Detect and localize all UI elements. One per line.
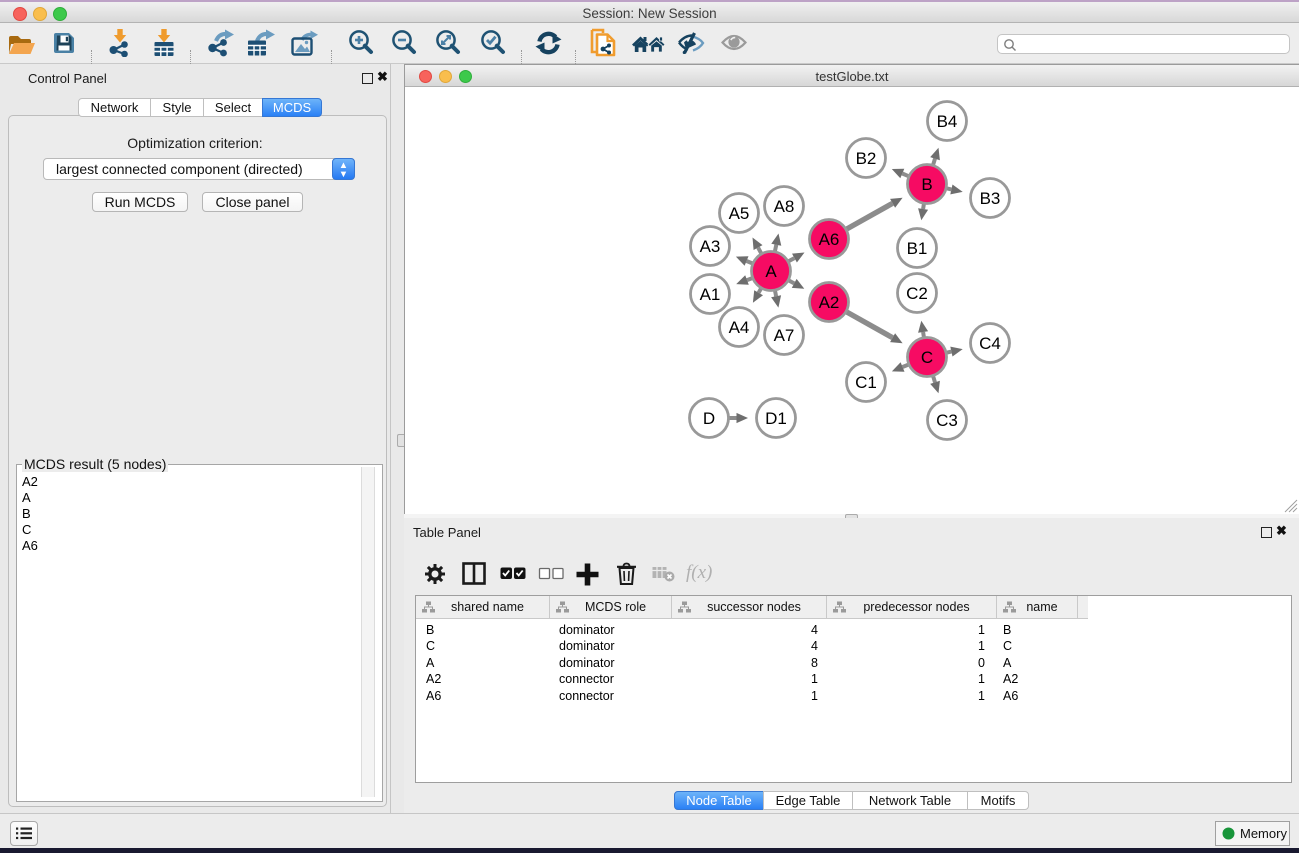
svg-text:A: A	[765, 262, 777, 281]
svg-text:A8: A8	[774, 197, 795, 216]
svg-text:D1: D1	[765, 409, 787, 428]
svg-text:A1: A1	[700, 285, 721, 304]
svg-text:C: C	[921, 348, 933, 367]
svg-text:B3: B3	[980, 189, 1001, 208]
svg-text:C4: C4	[979, 334, 1001, 353]
svg-text:B2: B2	[856, 149, 877, 168]
svg-text:A5: A5	[729, 204, 750, 223]
svg-text:A2: A2	[819, 293, 840, 312]
svg-text:C3: C3	[936, 411, 958, 430]
svg-text:B1: B1	[907, 239, 928, 258]
svg-text:A7: A7	[774, 326, 795, 345]
svg-text:C1: C1	[855, 373, 877, 392]
svg-text:B: B	[921, 175, 932, 194]
svg-text:D: D	[703, 409, 715, 428]
svg-text:A4: A4	[729, 318, 750, 337]
svg-text:B4: B4	[937, 112, 958, 131]
svg-text:C2: C2	[906, 284, 928, 303]
svg-text:A6: A6	[819, 230, 840, 249]
svg-text:A3: A3	[700, 237, 721, 256]
